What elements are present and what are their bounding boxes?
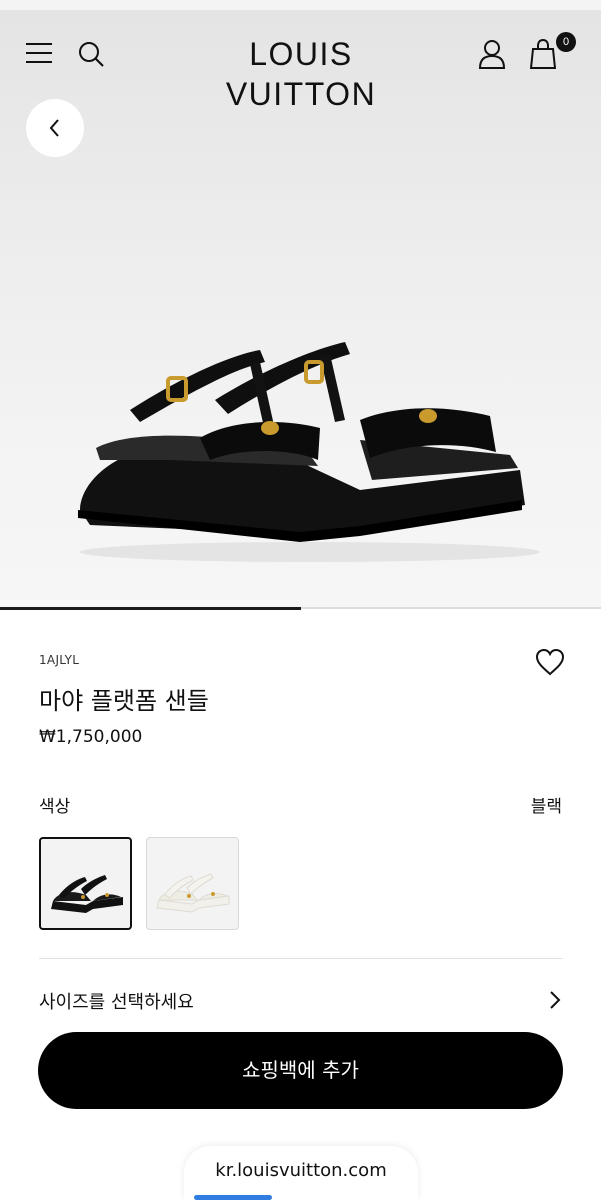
cart-count-badge: 0 bbox=[556, 32, 576, 52]
selected-color-value: 블랙 bbox=[530, 797, 562, 817]
color-swatch-black[interactable] bbox=[39, 837, 132, 930]
color-swatch-white[interactable] bbox=[146, 837, 239, 930]
product-title: 마야 플랫폼 샌들 bbox=[39, 687, 209, 715]
search-icon bbox=[79, 42, 104, 67]
chevron-right-icon bbox=[550, 991, 561, 1009]
color-label: 색상 bbox=[39, 797, 71, 817]
account-icon bbox=[479, 40, 505, 69]
back-button[interactable] bbox=[26, 99, 84, 157]
menu-icon bbox=[26, 43, 52, 63]
browser-url-pill[interactable]: kr.louisvuitton.com bbox=[184, 1146, 418, 1200]
chevron-left-icon bbox=[49, 119, 59, 137]
product-price: ₩1,750,000 bbox=[39, 727, 143, 747]
black-sandal-thumbnail bbox=[51, 875, 123, 913]
url-text: kr.louisvuitton.com bbox=[215, 1160, 387, 1181]
gallery-progress-fill bbox=[0, 607, 301, 610]
product-image bbox=[78, 342, 540, 562]
page-load-indicator bbox=[194, 1195, 272, 1200]
product-sku: 1AJLYL bbox=[39, 653, 80, 667]
shopping-bag-icon bbox=[530, 39, 556, 69]
search-button[interactable] bbox=[76, 39, 106, 69]
heart-icon bbox=[535, 648, 565, 676]
cart-button[interactable] bbox=[529, 38, 557, 70]
section-divider bbox=[39, 958, 563, 959]
status-strip bbox=[0, 0, 601, 10]
wishlist-button[interactable] bbox=[535, 648, 565, 676]
size-prompt: 사이즈를 선택하세요 bbox=[39, 992, 194, 1013]
size-selector[interactable]: 사이즈를 선택하세요 bbox=[39, 980, 563, 1020]
brand-logo[interactable]: LOUIS VUITTON bbox=[170, 34, 432, 112]
white-sandal-thumbnail bbox=[156, 873, 230, 913]
account-button[interactable] bbox=[478, 38, 506, 70]
site-header: LOUIS VUITTON 0 bbox=[0, 10, 601, 112]
add-to-bag-button[interactable]: 쇼핑백에 추가 bbox=[38, 1032, 563, 1109]
menu-button[interactable] bbox=[24, 40, 54, 66]
